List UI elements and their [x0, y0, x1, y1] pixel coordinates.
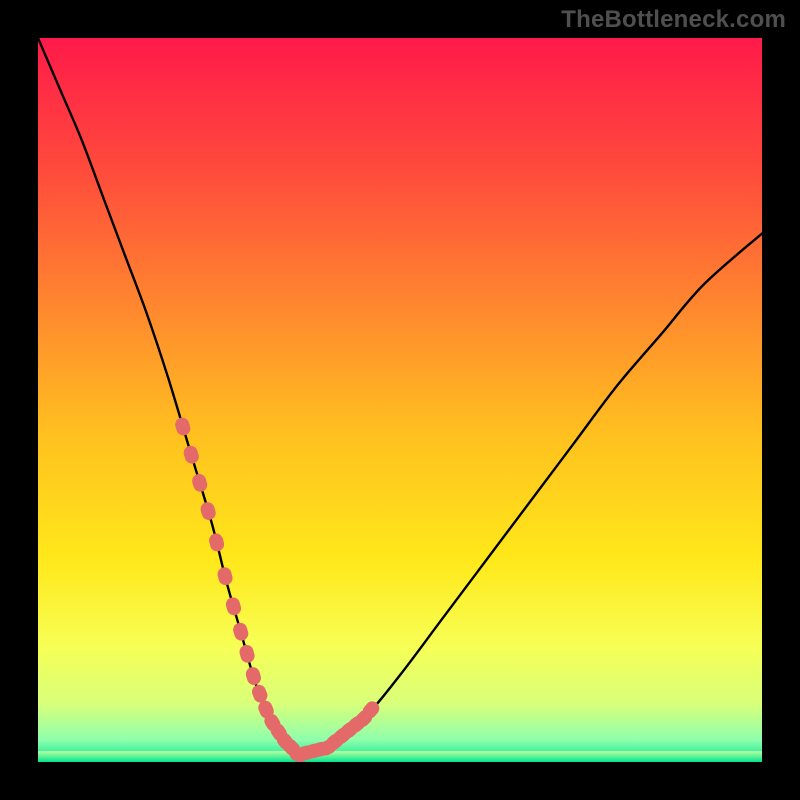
marker-dot — [182, 444, 201, 465]
chart-overlay — [38, 38, 762, 762]
marker-dot — [199, 500, 218, 521]
marker-dot — [238, 643, 256, 664]
outer-frame: TheBottleneck.com — [0, 0, 800, 800]
bottleneck-curve — [38, 38, 762, 755]
plot-area — [38, 38, 762, 762]
marker-group — [174, 416, 383, 762]
marker-dot — [224, 596, 242, 617]
marker-dot — [190, 472, 209, 493]
watermark-text: TheBottleneck.com — [561, 6, 786, 34]
marker-dot — [174, 416, 193, 437]
marker-dot — [244, 665, 263, 686]
marker-dot — [232, 621, 250, 642]
marker-dot — [216, 566, 234, 587]
marker-dot — [208, 532, 226, 553]
